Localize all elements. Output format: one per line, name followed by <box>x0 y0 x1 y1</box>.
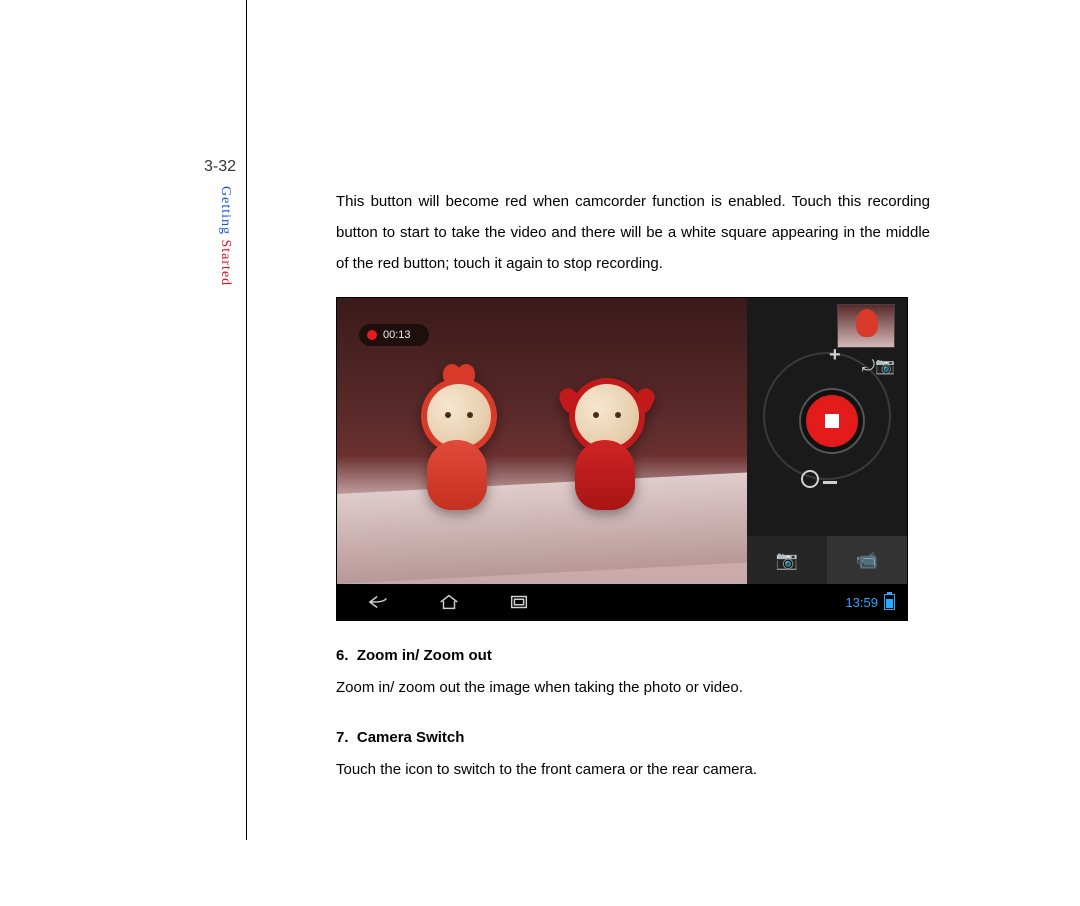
recording-indicator: 00:13 <box>359 324 429 346</box>
heading-zoom: 6. Zoom in/ Zoom out <box>336 647 930 664</box>
heading-zoom-num: 6. <box>336 647 349 664</box>
record-dot-icon <box>367 330 377 340</box>
nav-home-button[interactable] <box>421 590 477 614</box>
heading-zoom-title: Zoom in/ Zoom out <box>357 647 492 664</box>
android-navbar: 13:59 <box>337 584 907 620</box>
switch-camera-button[interactable]: ⤾📷 <box>862 356 895 376</box>
statusbar-clock: 13:59 <box>845 595 878 610</box>
zoom-out-button[interactable] <box>823 481 837 484</box>
control-dial: + ⤾📷 <box>757 346 897 486</box>
camera-control-panel: + ⤾📷 📷 📹 <box>747 298 907 584</box>
viewfinder: 00:13 <box>337 298 747 584</box>
section-label-getting: Getting <box>218 186 233 235</box>
heading-camera-switch-title: Camera Switch <box>357 729 465 746</box>
camcorder-screenshot: 00:13 + ⤾📷 📷 📹 <box>336 297 908 621</box>
section-label-started: Started <box>218 235 233 286</box>
mode-bar: 📷 📹 <box>747 536 907 584</box>
zoom-in-button[interactable]: + <box>829 344 841 367</box>
page-number: 3-32 <box>204 158 236 176</box>
body-camera-switch: Touch the icon to switch to the front ca… <box>336 754 930 785</box>
body-zoom: Zoom in/ zoom out the image when taking … <box>336 672 930 703</box>
stop-icon <box>825 414 839 428</box>
last-capture-thumbnail[interactable] <box>837 304 895 348</box>
battery-icon <box>884 594 895 610</box>
photo-mode-button[interactable]: 📷 <box>747 536 827 584</box>
viewfinder-surface <box>337 473 747 584</box>
margin-rule <box>246 0 247 840</box>
record-stop-button[interactable] <box>801 390 863 452</box>
video-mode-button[interactable]: 📹 <box>827 536 907 584</box>
nav-back-button[interactable] <box>351 590 407 614</box>
nav-recent-button[interactable] <box>491 590 547 614</box>
heading-camera-switch: 7. Camera Switch <box>336 729 930 746</box>
intro-paragraph: This button will become red when camcord… <box>336 186 930 279</box>
section-label: Getting Started <box>217 186 233 286</box>
zoom-indicator-icon <box>801 470 819 488</box>
figure-fish-doll <box>427 384 491 510</box>
figure-dragon-doll <box>575 384 639 510</box>
recording-time: 00:13 <box>383 329 411 341</box>
heading-camera-switch-num: 7. <box>336 729 349 746</box>
